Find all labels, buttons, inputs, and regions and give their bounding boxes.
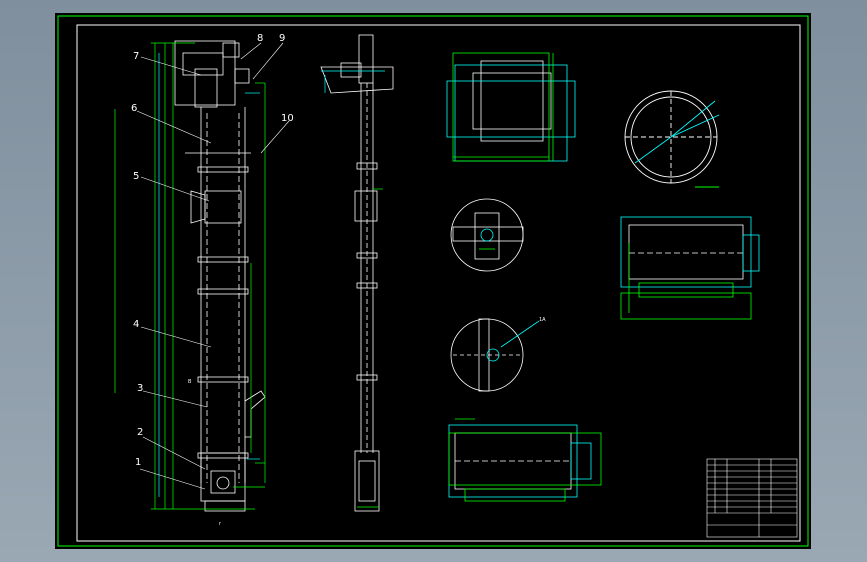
callout-1: 1	[135, 457, 141, 468]
callout-6: 6	[131, 103, 137, 114]
detail-tag: 1A	[539, 317, 546, 323]
callout-7: 7	[133, 51, 139, 62]
callout-3: 3	[137, 383, 143, 394]
side-mark: B	[188, 379, 192, 385]
callout-10: 10	[281, 113, 294, 124]
callout-9: 9	[279, 33, 285, 44]
cad-drawing-sheet: 1 2 3 4 5 6 7 8 9 10 r B 1A	[55, 13, 811, 549]
callout-2: 2	[137, 427, 143, 438]
callout-8: 8	[257, 33, 263, 44]
callout-5: 5	[133, 171, 139, 182]
sheet-background	[55, 13, 811, 549]
callout-4: 4	[133, 319, 139, 330]
